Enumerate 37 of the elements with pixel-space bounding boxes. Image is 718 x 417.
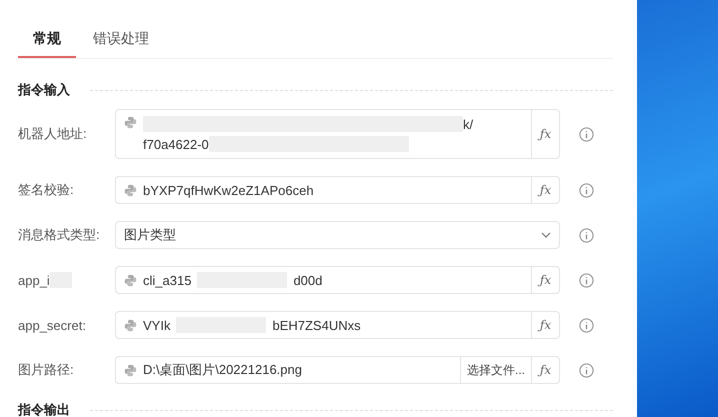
- info-icon[interactable]: [579, 362, 594, 378]
- field-label: 签名校验:: [18, 181, 74, 199]
- field-value: f70a4622-0: [143, 136, 209, 152]
- field-value: D:\桌面\图片\20221216.png: [143, 361, 302, 379]
- section-title: 指令输出: [18, 401, 70, 417]
- field-value: VYIk: [143, 318, 170, 332]
- input-field[interactable]: k/ f70a4622-0 ƒx: [115, 109, 560, 159]
- field-value: d00d: [293, 272, 322, 288]
- fx-button[interactable]: ƒx: [540, 363, 552, 377]
- field-value: cli_a315: [143, 272, 192, 288]
- field-value: bEH7ZS4UNxs: [272, 318, 361, 332]
- info-icon[interactable]: [579, 126, 594, 142]
- field-label: app_secret:: [18, 318, 86, 332]
- fx-button[interactable]: ƒx: [540, 183, 552, 197]
- info-icon[interactable]: [579, 318, 594, 332]
- input-field[interactable]: D:\桌面\图片\20221216.png 选择文件... ƒx: [115, 356, 560, 384]
- info-icon[interactable]: [579, 182, 594, 198]
- field-label: 图片路径:: [18, 361, 74, 379]
- tab[interactable]: 错误处理: [90, 27, 152, 58]
- field-label: 消息格式类型:: [18, 226, 100, 244]
- section-title: 指令输入: [18, 81, 70, 99]
- chevron-down-icon[interactable]: [541, 232, 551, 238]
- input-field[interactable]: bYXP7qfHwKw2eZ1APo6ceh ƒx: [115, 176, 560, 204]
- field-value: k/: [463, 116, 474, 132]
- field-label: app_i: [18, 272, 50, 288]
- fx-button[interactable]: ƒx: [540, 273, 552, 287]
- field-label: 机器人地址:: [18, 125, 87, 143]
- field-value: bYXP7qfHwKw2eZ1APo6ceh: [143, 182, 314, 198]
- input-field[interactable]: VYIk bEH7ZS4UNxs ƒx: [115, 311, 560, 339]
- info-icon[interactable]: [579, 272, 594, 288]
- input-field[interactable]: cli_a315 d00d ƒx: [115, 266, 560, 294]
- info-icon[interactable]: [579, 228, 594, 242]
- field-value: 图片类型: [124, 226, 176, 244]
- tab[interactable]: 常规: [18, 27, 76, 58]
- select-field[interactable]: 图片类型: [115, 221, 560, 249]
- fx-button[interactable]: ƒx: [540, 127, 552, 141]
- fx-button[interactable]: ƒx: [540, 318, 552, 332]
